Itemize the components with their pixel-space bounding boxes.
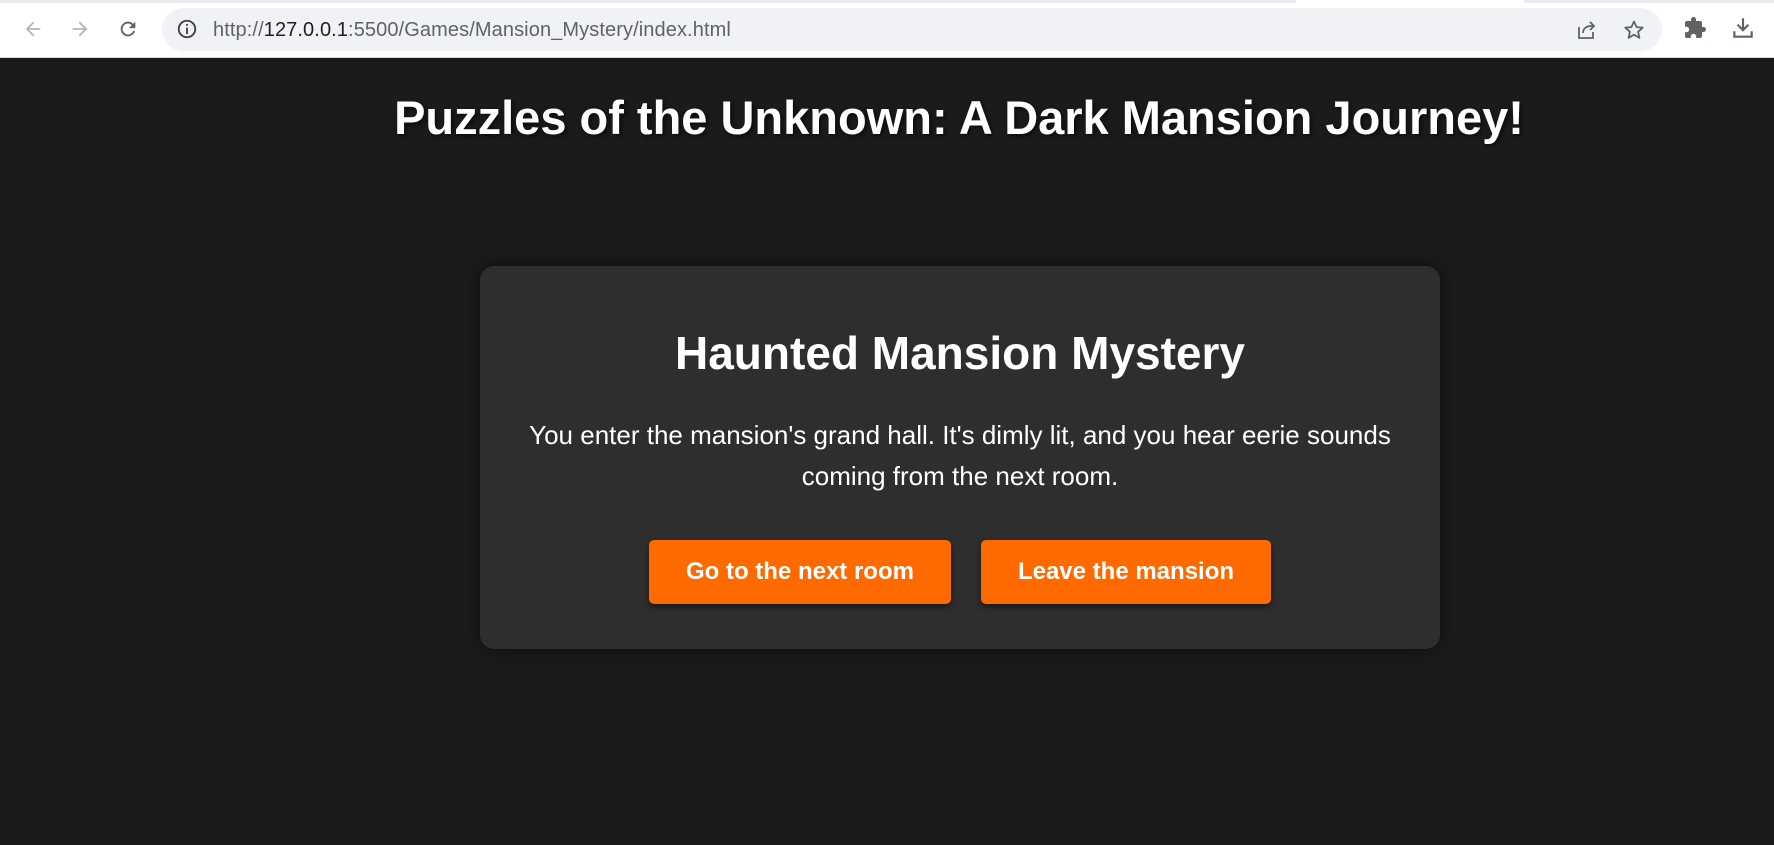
star-icon[interactable]	[1622, 18, 1646, 42]
game-heading: Haunted Mansion Mystery	[675, 327, 1245, 379]
puzzle-icon[interactable]	[1682, 15, 1708, 41]
game-card: Haunted Mansion Mystery You enter the ma…	[480, 266, 1440, 649]
scene-description: You enter the mansion's grand hall. It's…	[529, 420, 1391, 491]
page-title: Puzzles of the Unknown: A Dark Mansion J…	[394, 91, 1524, 144]
tab-strip-edge	[0, 0, 1774, 3]
forward-arrow-icon[interactable]	[63, 12, 97, 46]
download-icon[interactable]	[1730, 15, 1756, 41]
leave-mansion-button[interactable]: Leave the mansion	[980, 540, 1272, 604]
info-icon[interactable]	[176, 18, 198, 40]
share-icon[interactable]	[1574, 18, 1598, 42]
address-bar[interactable]: http://127.0.0.1:5500/Games/Mansion_Myst…	[162, 8, 1662, 51]
browser-toolbar: http://127.0.0.1:5500/Games/Mansion_Myst…	[0, 0, 1774, 58]
choice-buttons: Go to the next room Leave the mansion	[480, 540, 1440, 604]
go-to-next-room-button[interactable]: Go to the next room	[648, 540, 951, 604]
url-text: http://127.0.0.1:5500/Games/Mansion_Myst…	[213, 19, 731, 41]
back-arrow-icon[interactable]	[16, 12, 50, 46]
reload-icon[interactable]	[111, 12, 145, 46]
